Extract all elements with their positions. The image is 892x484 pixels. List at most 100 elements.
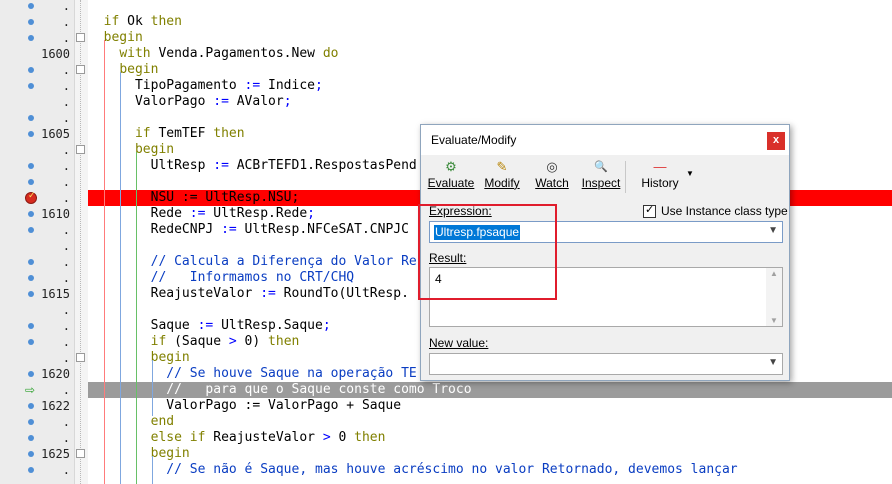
- breakpoint-slot-icon[interactable]: [28, 435, 34, 441]
- breakpoint-slot-icon[interactable]: [28, 371, 34, 377]
- gutter-row[interactable]: .: [0, 350, 74, 366]
- dialog-titlebar[interactable]: Evaluate/Modify x: [421, 125, 789, 155]
- code-line[interactable]: else if ReajusteValor > 0 then: [88, 430, 892, 446]
- gutter-row[interactable]: .: [0, 14, 74, 30]
- code-line[interactable]: TipoPagamento := Indice;: [88, 78, 892, 94]
- fold-toggle-icon[interactable]: [76, 145, 85, 154]
- line-number: 1622: [41, 399, 70, 413]
- gutter-row[interactable]: .: [0, 158, 74, 174]
- line-number: .: [62, 351, 70, 365]
- keyword: if: [134, 126, 151, 141]
- code-token: RoundTo(UltResp.: [275, 286, 409, 301]
- gutter-row[interactable]: .: [0, 222, 74, 238]
- line-number: 1600: [41, 47, 70, 61]
- close-button[interactable]: x: [767, 132, 785, 150]
- line-number: .: [62, 143, 70, 157]
- breakpoint-slot-icon[interactable]: [28, 339, 34, 345]
- code-line[interactable]: // Se não é Saque, mas houve acréscimo n…: [88, 462, 892, 478]
- line-number: .: [62, 191, 70, 205]
- gutter-row[interactable]: .: [0, 142, 74, 158]
- code-line[interactable]: ValorPago := ValorPago + Saque: [88, 398, 892, 414]
- gutter-row[interactable]: .: [0, 430, 74, 446]
- use-instance-checkbox[interactable]: ✓: [643, 203, 656, 218]
- code-line[interactable]: begin: [88, 62, 892, 78]
- breakpoint-slot-icon[interactable]: [28, 259, 34, 265]
- modify-button[interactable]: ✎ Modify: [479, 159, 525, 197]
- fold-toggle-icon[interactable]: [76, 65, 85, 74]
- gutter-row[interactable]: .: [0, 78, 74, 94]
- line-number: .: [62, 319, 70, 333]
- gutter-row[interactable]: 1605: [0, 126, 74, 142]
- code-line[interactable]: [88, 0, 892, 14]
- gutter-row[interactable]: 1615: [0, 286, 74, 302]
- breakpoint-icon[interactable]: ✓: [25, 191, 37, 204]
- execution-line[interactable]: // para que o Saque conste como Troco: [88, 382, 892, 398]
- modify-label: Modify: [484, 176, 520, 190]
- code-line[interactable]: end: [88, 414, 892, 430]
- code-line[interactable]: if Ok then: [88, 14, 892, 30]
- gutter-row[interactable]: 1620: [0, 366, 74, 382]
- line-number: .: [62, 0, 70, 13]
- fold-toggle-icon[interactable]: [76, 353, 85, 362]
- breakpoint-slot-icon[interactable]: [28, 403, 34, 409]
- history-button[interactable]: — History: [637, 159, 683, 197]
- watch-button[interactable]: ◎ Watch: [531, 159, 573, 197]
- new-value-combo[interactable]: ▼: [429, 353, 783, 375]
- breakpoint-slot-icon[interactable]: [28, 3, 34, 9]
- gutter-row[interactable]: .: [0, 238, 74, 254]
- breakpoint-slot-icon[interactable]: [28, 35, 34, 41]
- code-line[interactable]: ValorPago := AValor;: [88, 94, 892, 110]
- gutter-row[interactable]: .: [0, 270, 74, 286]
- gutter-row[interactable]: .: [0, 414, 74, 430]
- breakpoint-slot-icon[interactable]: [28, 451, 34, 457]
- gutter-row[interactable]: 1622: [0, 398, 74, 414]
- gutter-row[interactable]: .: [0, 0, 74, 14]
- evaluate-button[interactable]: ⚙ Evaluate: [427, 159, 475, 197]
- scroll-down-icon[interactable]: ▼: [770, 316, 778, 325]
- scroll-up-icon[interactable]: ▲: [770, 269, 778, 278]
- breakpoint-slot-icon[interactable]: [28, 131, 34, 137]
- breakpoint-slot-icon[interactable]: [28, 419, 34, 425]
- gutter-row[interactable]: ✓.: [0, 190, 74, 206]
- chevron-down-icon[interactable]: ▼: [768, 357, 778, 368]
- code-token: ACBrTEFD1.RespostasPend: [228, 158, 417, 173]
- fold-toggle-icon[interactable]: [76, 33, 85, 42]
- history-dropdown-icon[interactable]: ▼: [686, 169, 694, 178]
- breakpoint-slot-icon[interactable]: [28, 67, 34, 73]
- breakpoint-slot-icon[interactable]: [28, 323, 34, 329]
- code-line[interactable]: begin: [88, 446, 892, 462]
- gutter-row[interactable]: .: [0, 254, 74, 270]
- gutter-row[interactable]: .: [0, 302, 74, 318]
- gutter-row[interactable]: .: [0, 334, 74, 350]
- breakpoint-slot-icon[interactable]: [28, 19, 34, 25]
- gutter-row[interactable]: 1625: [0, 446, 74, 462]
- chevron-down-icon[interactable]: ▼: [768, 225, 778, 236]
- gutter-row[interactable]: .: [0, 174, 74, 190]
- gutter-row[interactable]: 1610: [0, 206, 74, 222]
- breakpoint-slot-icon[interactable]: [28, 275, 34, 281]
- inspect-button[interactable]: 🔍 Inspect: [579, 159, 623, 197]
- line-number: .: [62, 159, 70, 173]
- gutter-row[interactable]: .: [0, 30, 74, 46]
- gutter-row[interactable]: .: [0, 318, 74, 334]
- breakpoint-slot-icon[interactable]: [28, 227, 34, 233]
- gutter-row[interactable]: ⇨.: [0, 382, 74, 398]
- gutter-row[interactable]: .: [0, 62, 74, 78]
- result-scrollbar[interactable]: ▲ ▼: [766, 268, 782, 326]
- gutter-row[interactable]: .: [0, 110, 74, 126]
- gutter-row[interactable]: .: [0, 94, 74, 110]
- breakpoint-slot-icon[interactable]: [28, 211, 34, 217]
- breakpoint-slot-icon[interactable]: [28, 163, 34, 169]
- code-line[interactable]: with Venda.Pagamentos.New do: [88, 46, 892, 62]
- breakpoint-slot-icon[interactable]: [28, 179, 34, 185]
- breakpoint-slot-icon[interactable]: [28, 291, 34, 297]
- breakpoint-slot-icon[interactable]: [28, 83, 34, 89]
- code-line[interactable]: begin: [88, 30, 892, 46]
- fold-toggle-icon[interactable]: [76, 449, 85, 458]
- use-instance-label[interactable]: Use Instance class type: [661, 204, 788, 218]
- breakpoint-slot-icon[interactable]: [28, 115, 34, 121]
- breakpoint-slot-icon[interactable]: [28, 467, 34, 473]
- gutter-row[interactable]: .: [0, 462, 74, 478]
- gutter-row[interactable]: 1600: [0, 46, 74, 62]
